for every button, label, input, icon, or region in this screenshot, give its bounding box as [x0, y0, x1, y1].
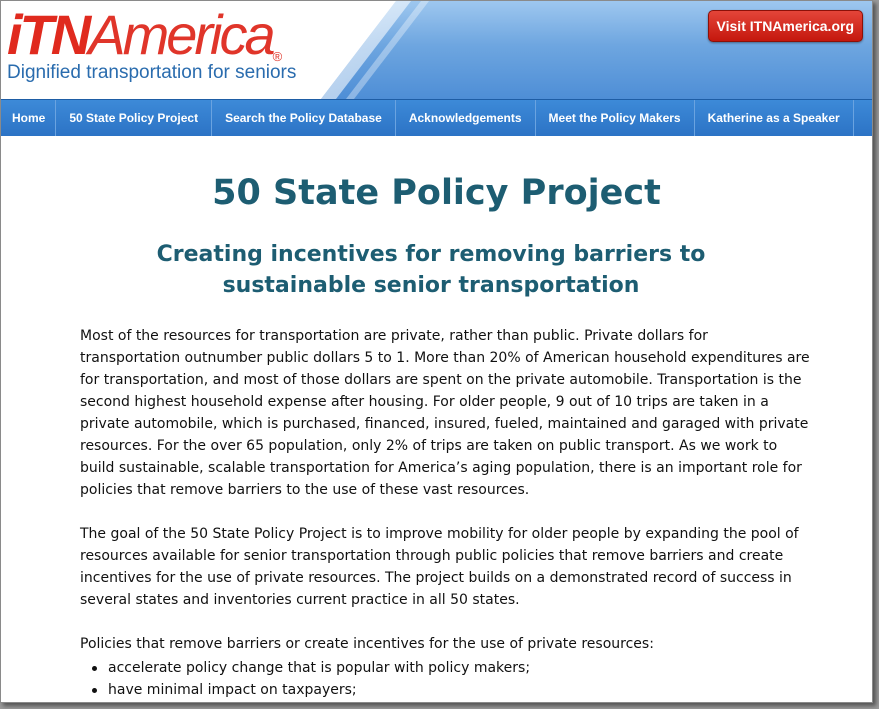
page-title: 50 State Policy Project: [212, 173, 661, 213]
page-subtitle: Creating incentives for removing barrier…: [156, 242, 706, 298]
site-header: iTNAmerica® Dignified transportation for…: [1, 1, 872, 99]
visit-itnamerica-button[interactable]: Visit ITNAmerica.org: [707, 10, 863, 42]
intro-paragraph: Most of the resources for transportation…: [80, 328, 810, 498]
list-item: accelerate policy change that is popular…: [80, 657, 810, 679]
policy-benefits-list: accelerate policy change that is popular…: [80, 657, 810, 701]
nav-item-acknowledgements[interactable]: Acknowledgements: [396, 100, 536, 136]
logo-wordmark: iTNAmerica®: [7, 5, 296, 65]
nav-item-meet-policy-makers[interactable]: Meet the Policy Makers: [536, 100, 695, 136]
main-navigation: Home 50 State Policy Project Search the …: [1, 99, 872, 136]
nav-item-home[interactable]: Home: [1, 100, 57, 136]
nav-item-search-policy-database[interactable]: Search the Policy Database: [212, 100, 396, 136]
logo-tagline: Dignified transportation for seniors: [7, 62, 297, 83]
list-item: have minimal impact on taxpayers;: [80, 679, 810, 701]
itnamerica-logo[interactable]: iTNAmerica® Dignified transportation for…: [7, 5, 296, 84]
logo-registered-mark: ®: [272, 49, 283, 64]
logo-america: America: [88, 3, 275, 66]
nav-item-50-state-policy-project[interactable]: 50 State Policy Project: [56, 100, 213, 136]
policies-intro-paragraph: Policies that remove barriers or create …: [80, 636, 654, 652]
goal-paragraph: The goal of the 50 State Policy Project …: [80, 526, 799, 608]
nav-item-katherine-speaker[interactable]: Katherine as a Speaker: [695, 100, 854, 136]
browser-page: iTNAmerica® Dignified transportation for…: [0, 0, 873, 703]
logo-itn: iTN: [7, 3, 91, 66]
